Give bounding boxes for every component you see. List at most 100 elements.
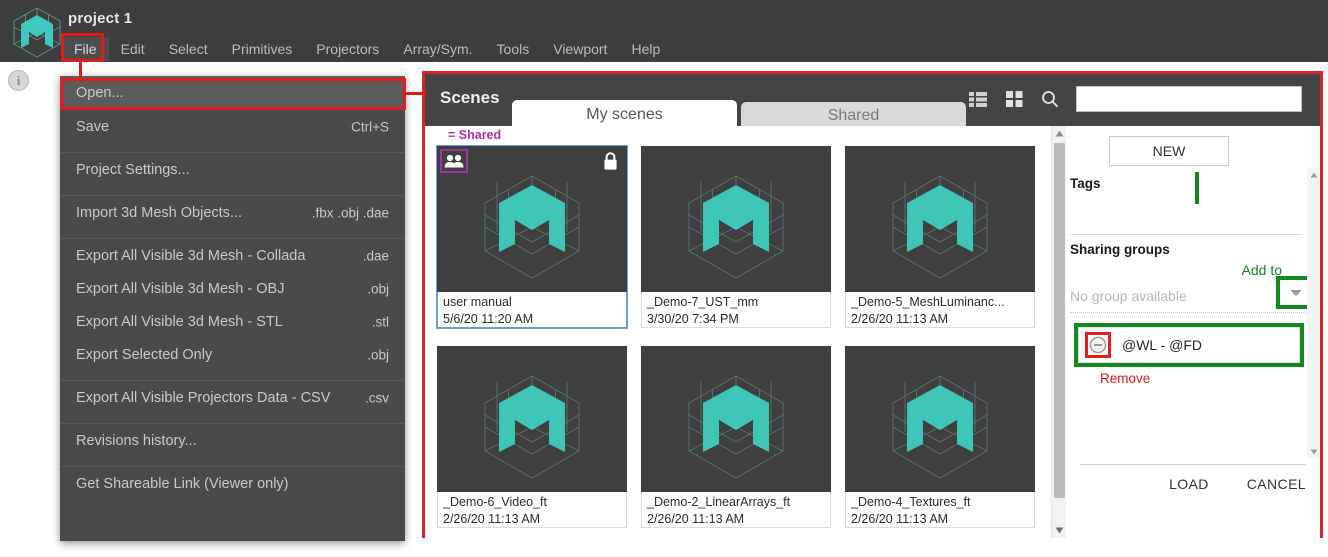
- search-icon[interactable]: [1040, 89, 1060, 109]
- file-menu-item-label: Get Shareable Link (Viewer only): [76, 476, 289, 492]
- file-menu-item-import-3d-mesh[interactable]: Import 3d Mesh Objects... .fbx .obj .dae: [60, 196, 405, 229]
- scene-name: user manual: [443, 294, 621, 311]
- file-menu-item-label: Save: [76, 119, 109, 135]
- file-menu-item-project-settings[interactable]: Project Settings...: [60, 153, 405, 186]
- file-menu-item-label: Export Selected Only: [76, 347, 212, 363]
- cancel-button[interactable]: CANCEL: [1247, 476, 1306, 492]
- menu-gap: [60, 186, 405, 195]
- file-menu-item-ext: .dae: [363, 248, 389, 263]
- menu-item-projectors[interactable]: Projectors: [304, 37, 391, 61]
- file-menu-item-label: Export All Visible 3d Mesh - STL: [76, 314, 283, 330]
- file-menu-item-shortcut: Ctrl+S: [351, 119, 389, 134]
- circle-minus-icon[interactable]: [1088, 335, 1108, 355]
- menu-bar: File Edit Select Primitives Projectors A…: [62, 36, 672, 62]
- chevron-down-icon: [1290, 289, 1302, 297]
- file-menu-item-label: Export All Visible 3d Mesh - Collada: [76, 248, 305, 264]
- file-menu-item-export-selected-only[interactable]: Export Selected Only .obj: [60, 338, 405, 371]
- sharing-groups-label: Sharing groups: [1070, 242, 1170, 257]
- scenes-dialog: Scenes My scenes Shared: [422, 71, 1323, 538]
- sharing-group-row[interactable]: @WL - @FD: [1078, 327, 1300, 363]
- file-menu-item-label: Import 3d Mesh Objects...: [76, 205, 242, 221]
- scene-card-meta: _Demo-5_MeshLuminanc... 2/26/20 11:13 AM: [845, 292, 1035, 328]
- scene-thumbnail: [845, 146, 1035, 292]
- sidebar-scrollbar[interactable]: [1307, 168, 1320, 458]
- scene-date: 5/6/20 11:20 AM: [443, 311, 621, 328]
- file-menu-item-export-stl[interactable]: Export All Visible 3d Mesh - STL .stl: [60, 305, 405, 338]
- scene-card[interactable]: _Demo-2_LinearArrays_ft 2/26/20 11:13 AM: [641, 346, 831, 528]
- scenes-grid: user manual 5/6/20 11:20 AM: [437, 146, 1039, 534]
- file-menu-item-label: Export All Visible 3d Mesh - OBJ: [76, 281, 284, 297]
- file-menu-item-open[interactable]: Open...: [60, 76, 405, 109]
- file-menu-item-export-obj[interactable]: Export All Visible 3d Mesh - OBJ .obj: [60, 272, 405, 305]
- list-view-icon[interactable]: [968, 89, 988, 109]
- menu-item-help[interactable]: Help: [619, 37, 672, 61]
- file-menu-item-save[interactable]: Save Ctrl+S: [60, 110, 405, 143]
- search-input[interactable]: [1076, 86, 1302, 112]
- file-menu-item-label: Revisions history...: [76, 433, 197, 449]
- menu-gap: [60, 371, 405, 380]
- menu-item-array-sym[interactable]: Array/Sym.: [391, 37, 484, 61]
- menu-item-select[interactable]: Select: [157, 37, 220, 61]
- scene-name: _Demo-7_UST_mm: [647, 294, 825, 311]
- menu-item-viewport[interactable]: Viewport: [541, 37, 619, 61]
- scene-card-meta: user manual 5/6/20 11:20 AM: [437, 292, 627, 328]
- scrollbar-thumb[interactable]: [1054, 143, 1065, 498]
- menu-item-primitives[interactable]: Primitives: [220, 37, 305, 61]
- dialog-footer: LOAD CANCEL: [1169, 476, 1306, 492]
- scene-name: _Demo-2_LinearArrays_ft: [647, 494, 825, 511]
- divider: [1070, 312, 1320, 313]
- scene-card-meta: _Demo-2_LinearArrays_ft 2/26/20 11:13 AM: [641, 492, 831, 528]
- scenes-scrollbar[interactable]: [1051, 126, 1066, 538]
- menu-item-file[interactable]: File: [62, 37, 109, 61]
- dialog-body: = Shared: [425, 126, 1320, 538]
- new-scene-button[interactable]: NEW: [1109, 136, 1229, 166]
- scene-name: _Demo-5_MeshLuminanc...: [851, 294, 1029, 311]
- load-button[interactable]: LOAD: [1169, 476, 1209, 492]
- menu-gap: [60, 457, 405, 466]
- scene-card[interactable]: user manual 5/6/20 11:20 AM: [437, 146, 627, 328]
- scenes-grid-pane: = Shared: [425, 126, 1051, 538]
- scene-date: 2/26/20 11:13 AM: [851, 511, 1029, 528]
- scene-card[interactable]: _Demo-5_MeshLuminanc... 2/26/20 11:13 AM: [845, 146, 1035, 328]
- grid-view-icon[interactable]: [1004, 89, 1024, 109]
- scene-thumbnail: [641, 346, 831, 492]
- triangle-down-icon[interactable]: [1307, 445, 1320, 458]
- scene-card-meta: _Demo-7_UST_mm 3/30/20 7:34 PM: [641, 292, 831, 328]
- divider: [1080, 464, 1306, 465]
- scene-date: 3/30/20 7:34 PM: [647, 311, 825, 328]
- scene-card[interactable]: _Demo-6_Video_ft 2/26/20 11:13 AM: [437, 346, 627, 528]
- menu-gap: [60, 143, 405, 152]
- file-menu-item-revisions-history[interactable]: Revisions history...: [60, 424, 405, 457]
- file-menu-item-label: Open...: [76, 85, 124, 101]
- triangle-up-icon[interactable]: [1307, 168, 1320, 181]
- menu-gap: [60, 229, 405, 238]
- scene-thumbnail: [437, 346, 627, 492]
- scene-card-meta: _Demo-6_Video_ft 2/26/20 11:13 AM: [437, 492, 627, 528]
- scene-date: 2/26/20 11:13 AM: [851, 311, 1029, 328]
- remove-label: Remove: [1100, 371, 1150, 386]
- info-icon[interactable]: i: [8, 70, 29, 91]
- scene-thumbnail: [845, 346, 1035, 492]
- scene-name: _Demo-4_Textures_ft: [851, 494, 1029, 511]
- menu-item-edit[interactable]: Edit: [109, 37, 157, 61]
- tags-label: Tags: [1070, 176, 1101, 191]
- file-menu-item-ext: .stl: [372, 314, 389, 329]
- menu-item-tools[interactable]: Tools: [485, 37, 542, 61]
- file-menu-item-export-projectors-csv[interactable]: Export All Visible Projectors Data - CSV…: [60, 381, 405, 414]
- file-menu-item-label: Export All Visible Projectors Data - CSV: [76, 390, 330, 406]
- scene-card-meta: _Demo-4_Textures_ft 2/26/20 11:13 AM: [845, 492, 1035, 528]
- file-menu-item-ext: .csv: [365, 390, 389, 405]
- scene-details-sidebar: NEW Tags Sharing groups Add to No group …: [1066, 126, 1320, 538]
- add-to-link[interactable]: Add to: [1242, 262, 1282, 278]
- file-menu-item-label: Project Settings...: [76, 162, 190, 178]
- file-menu-item-get-shareable-link[interactable]: Get Shareable Link (Viewer only): [60, 467, 405, 500]
- scene-card[interactable]: _Demo-7_UST_mm 3/30/20 7:34 PM: [641, 146, 831, 328]
- triangle-down-icon[interactable]: [1052, 523, 1067, 538]
- no-group-available-text: No group available: [1070, 288, 1187, 304]
- dialog-header: Scenes My scenes Shared: [425, 74, 1320, 126]
- file-menu-item-export-collada[interactable]: Export All Visible 3d Mesh - Collada .da…: [60, 239, 405, 272]
- app-bar: project 1 File Edit Select Primitives Pr…: [0, 0, 1328, 62]
- triangle-up-icon[interactable]: [1052, 126, 1067, 141]
- project-title: project 1: [68, 10, 132, 27]
- scene-card[interactable]: _Demo-4_Textures_ft 2/26/20 11:13 AM: [845, 346, 1035, 528]
